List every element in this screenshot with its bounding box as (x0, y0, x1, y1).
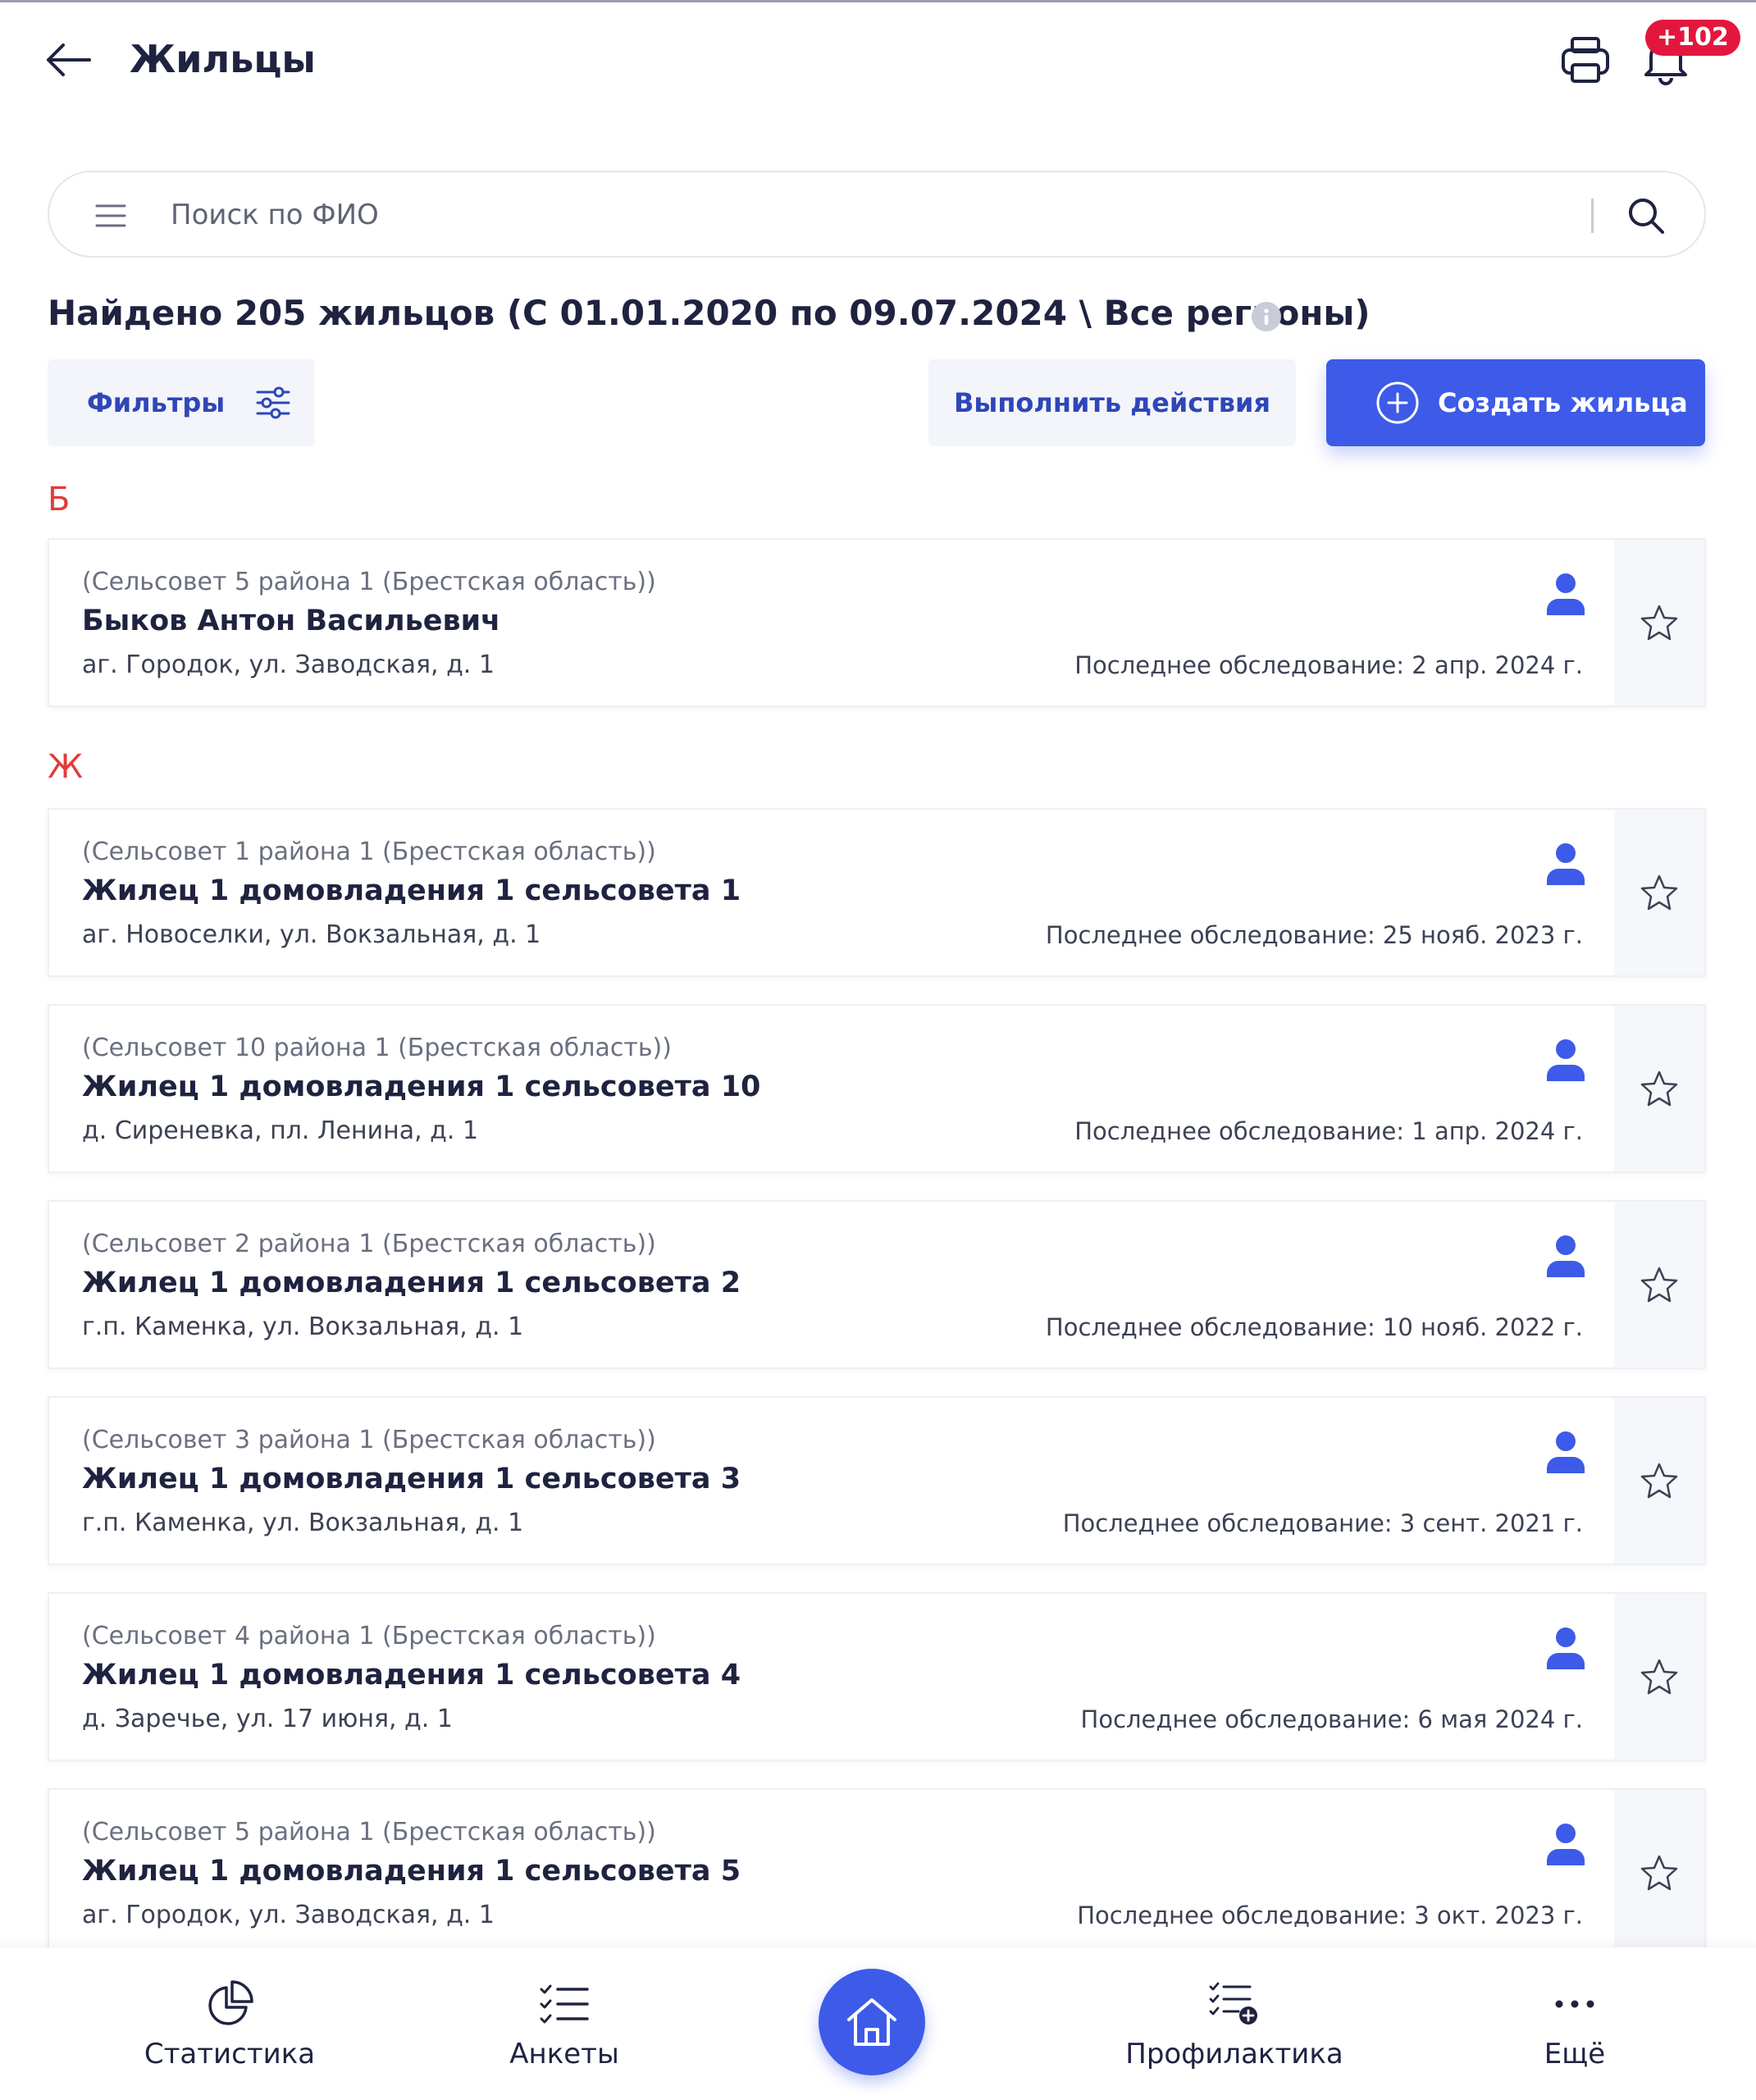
notifications-badge: +102 (1645, 20, 1740, 56)
resident-card[interactable]: (Сельсовет 4 района 1 (Брестская область… (48, 1592, 1706, 1761)
resident-card[interactable]: (Сельсовет 2 района 1 (Брестская область… (48, 1200, 1706, 1369)
dots-icon (1555, 2000, 1594, 2008)
resident-card[interactable]: (Сельсовет 3 района 1 (Брестская область… (48, 1396, 1706, 1565)
person-icon (1547, 1039, 1585, 1081)
resident-name: Быков Антон Васильевич (82, 605, 501, 637)
nav-more-label: Ещё (1544, 2038, 1606, 2070)
nav-prevention[interactable]: Профилактика (1107, 1947, 1361, 2100)
last-survey: Последнее обследование: 10 нояб. 2022 г. (1045, 1313, 1583, 1341)
resident-region: (Сельсовет 5 района 1 (Брестская область… (82, 1818, 656, 1847)
star-icon (1640, 874, 1678, 911)
filters-label: Фильтры (87, 387, 226, 418)
home-icon (847, 1998, 896, 2046)
actions-button[interactable]: Выполнить действия (928, 359, 1296, 446)
resident-card[interactable]: (Сельсовет 5 района 1 (Брестская область… (48, 1788, 1706, 1957)
printer-icon (1562, 37, 1609, 83)
favorite-button[interactable] (1614, 1398, 1704, 1564)
group-letter: Б (48, 481, 71, 518)
plus-circle-icon (1376, 381, 1419, 424)
app-header: Жильцы +102 (0, 0, 1756, 123)
info-icon[interactable] (1252, 302, 1281, 331)
sliders-icon (256, 386, 290, 419)
resident-address: аг. Городок, ул. Заводская, д. 1 (82, 1901, 495, 1929)
favorite-button[interactable] (1614, 540, 1704, 705)
resident-name: Жилец 1 домовладения 1 сельсовета 2 (82, 1267, 741, 1299)
person-icon (1547, 843, 1585, 885)
star-icon (1640, 1855, 1678, 1891)
last-survey: Последнее обследование: 1 апр. 2024 г. (1074, 1117, 1583, 1145)
star-icon (1640, 1659, 1678, 1695)
resident-region: (Сельсовет 1 района 1 (Брестская область… (82, 838, 656, 866)
last-survey: Последнее обследование: 25 нояб. 2023 г. (1045, 921, 1583, 949)
menu-button[interactable] (92, 197, 130, 235)
back-button[interactable] (43, 34, 94, 85)
favorite-button[interactable] (1614, 1594, 1704, 1760)
nav-surveys-label: Анкеты (509, 2038, 619, 2070)
filters-button[interactable]: Фильтры (48, 359, 315, 446)
favorite-button[interactable] (1614, 810, 1704, 975)
search-input[interactable] (171, 190, 1614, 240)
resident-region: (Сельсовет 2 района 1 (Брестская область… (82, 1230, 656, 1258)
hamburger-icon (95, 204, 126, 227)
resident-address: д. Заречье, ул. 17 июня, д. 1 (82, 1705, 453, 1733)
resident-name: Жилец 1 домовладения 1 сельсовета 3 (82, 1463, 741, 1495)
last-survey: Последнее обследование: 6 мая 2024 г. (1080, 1705, 1583, 1733)
checklist-icon (540, 1984, 589, 2024)
resident-card[interactable]: (Сельсовет 10 района 1 (Брестская област… (48, 1004, 1706, 1173)
person-icon (1547, 573, 1585, 615)
last-survey: Последнее обследование: 3 сент. 2021 г. (1062, 1509, 1583, 1537)
resident-card[interactable]: (Сельсовет 1 района 1 (Брестская область… (48, 808, 1706, 977)
resident-address: аг. Новоселки, ул. Вокзальная, д. 1 (82, 920, 541, 949)
star-icon (1640, 1463, 1678, 1499)
resident-region: (Сельсовет 4 района 1 (Брестская область… (82, 1622, 656, 1650)
resident-card[interactable]: (Сельсовет 5 района 1 (Брестская область… (48, 538, 1706, 707)
bottom-nav: Статистика Анкеты Профилактика Ещё (0, 1947, 1756, 2100)
resident-name: Жилец 1 домовладения 1 сельсовета 4 (82, 1659, 741, 1691)
nav-surveys[interactable]: Анкеты (482, 1947, 646, 2100)
resident-name: Жилец 1 домовладения 1 сельсовета 1 (82, 874, 741, 907)
person-icon (1547, 1628, 1585, 1669)
results-summary: Найдено 205 жильцов (С 01.01.2020 по 09.… (48, 293, 1371, 333)
search-button[interactable] (1622, 192, 1670, 240)
search-icon (1629, 199, 1664, 234)
last-survey: Последнее обследование: 3 окт. 2023 г. (1077, 1901, 1583, 1929)
create-resident-label: Создать жильца (1438, 387, 1688, 418)
resident-address: д. Сиреневка, пл. Ленина, д. 1 (82, 1116, 479, 1145)
star-icon (1640, 1071, 1678, 1107)
resident-address: аг. Городок, ул. Заводская, д. 1 (82, 651, 495, 679)
resident-region: (Сельсовет 5 района 1 (Брестская область… (82, 568, 656, 596)
nav-statistics[interactable]: Статистика (131, 1947, 328, 2100)
group-letter: Ж (48, 748, 84, 786)
resident-region: (Сельсовет 10 района 1 (Брестская област… (82, 1034, 672, 1062)
person-icon (1547, 1824, 1585, 1865)
resident-region: (Сельсовет 3 района 1 (Брестская область… (82, 1426, 656, 1454)
nav-statistics-label: Статистика (144, 2038, 316, 2070)
pie-chart-icon (208, 1980, 253, 2025)
person-icon (1547, 1431, 1585, 1473)
resident-name: Жилец 1 домовладения 1 сельсовета 10 (82, 1071, 761, 1103)
star-icon (1640, 605, 1678, 641)
create-resident-button[interactable]: Создать жильца (1326, 359, 1705, 446)
page-title: Жильцы (130, 37, 317, 81)
person-icon (1547, 1235, 1585, 1277)
nav-prevention-label: Профилактика (1125, 2038, 1343, 2070)
nav-home[interactable] (819, 1969, 925, 2075)
last-survey: Последнее обследование: 2 апр. 2024 г. (1074, 651, 1583, 679)
actions-label: Выполнить действия (953, 387, 1270, 418)
favorite-button[interactable] (1614, 1202, 1704, 1367)
favorite-button[interactable] (1614, 1790, 1704, 1956)
star-icon (1640, 1267, 1678, 1303)
nav-more[interactable]: Ещё (1493, 1947, 1657, 2100)
print-button[interactable] (1557, 31, 1614, 89)
info-glyph (1264, 308, 1269, 325)
checklist-plus-icon (1209, 1982, 1257, 2025)
favorite-button[interactable] (1614, 1006, 1704, 1171)
resident-address: г.п. Каменка, ул. Вокзальная, д. 1 (82, 1312, 524, 1341)
arrow-left-icon (47, 43, 91, 76)
resident-address: г.п. Каменка, ул. Вокзальная, д. 1 (82, 1509, 524, 1537)
search-bar (48, 171, 1706, 258)
search-divider (1591, 199, 1594, 233)
resident-name: Жилец 1 домовладения 1 сельсовета 5 (82, 1855, 741, 1888)
